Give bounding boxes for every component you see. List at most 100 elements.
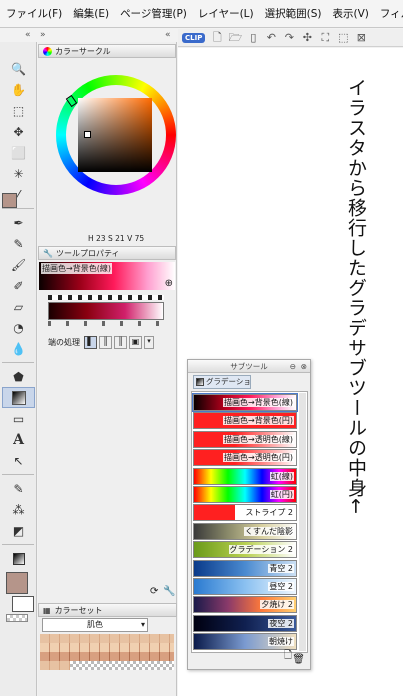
hsv-label-h: H [88, 234, 94, 243]
menu-page[interactable]: ページ管理(P) [120, 6, 187, 21]
fill-bucket-icon[interactable]: ⬟ [2, 366, 35, 387]
save-icon[interactable]: ▯ [245, 31, 261, 45]
frame-tool-icon[interactable]: ◩ [2, 520, 35, 541]
text-tool-icon[interactable]: A [2, 429, 35, 450]
sv-cursor[interactable] [84, 131, 91, 138]
eraser-icon[interactable]: ▱ [2, 296, 35, 317]
menu-filter[interactable]: フィルター(I) [380, 6, 403, 21]
gradient-stops-bottom[interactable] [48, 321, 164, 326]
trash-icon[interactable]: 🗑 [292, 654, 305, 665]
fill-tool-icon[interactable]: 💧 [2, 338, 35, 359]
brush-tool-icon[interactable]: 🖌 [2, 254, 35, 275]
menu-selection[interactable]: 選択範囲(S) [265, 6, 322, 21]
open-file-icon[interactable]: 🗁 [227, 31, 243, 45]
scrollbar[interactable] [299, 393, 306, 651]
gradient-editor[interactable] [48, 295, 164, 327]
gradient-item[interactable]: くすんだ陰影 [193, 522, 297, 540]
deselect-icon[interactable]: ⊠ [353, 31, 369, 45]
gradient-item[interactable]: 朝焼け [193, 633, 297, 651]
operation-tool-icon[interactable]: ⬚ [2, 100, 35, 121]
tool-property-tab[interactable]: 🔧 ツールプロパティ [38, 246, 176, 260]
subtool-group-tab[interactable]: グラデーション [193, 375, 251, 389]
gradient-item[interactable]: 夕焼け 2 [193, 596, 297, 614]
gradient-item[interactable]: 描画色→透明色(円) [193, 449, 297, 467]
gradient-item-label: 描画色→透明色(線) [223, 434, 294, 444]
gradient-item[interactable]: 虹(線) [193, 467, 297, 485]
copy-subtool-icon[interactable]: 🗋 [284, 648, 292, 665]
color-set-select[interactable]: 肌色 ▾ [42, 618, 148, 632]
chevron-down-icon: ▾ [140, 620, 145, 629]
figure-tool-icon[interactable]: ▭ [2, 408, 35, 429]
gradient-item-label: 描画色→背景色(円) [223, 416, 294, 426]
gradient-item[interactable]: 虹(円) [193, 486, 297, 503]
gradient-stops-top[interactable] [48, 295, 164, 300]
hand-tool-icon[interactable]: ✋ [2, 79, 35, 100]
sub-color-swatch[interactable] [12, 596, 34, 612]
undo-icon[interactable]: ↶ [263, 31, 279, 45]
edge-none-button[interactable]: ▣ [129, 335, 142, 349]
edge-repeat-button[interactable]: ║ [99, 335, 112, 349]
search-icon[interactable]: ⊕ [165, 278, 173, 289]
edge-reverse-button[interactable]: ║ [114, 335, 127, 349]
minimize-icon[interactable]: ⊖ [290, 360, 296, 373]
pencil-tool-icon[interactable]: ✎ [2, 233, 35, 254]
pen-tool-icon[interactable]: ✒ [2, 212, 35, 233]
color-set-tab-label: カラーセット [54, 605, 103, 615]
edge-label: 端の処理 [48, 337, 80, 347]
gradient-item[interactable]: 描画色→透明色(線) [193, 430, 297, 448]
gradient-item[interactable]: 昼空 2 [193, 578, 297, 595]
command-bar: CLIP 🗋 🗁 ▯ ↶ ↷ ✣ ⛶ ⬚ ⊠ [178, 29, 403, 47]
color-circle-tab[interactable]: カラーサークル [38, 44, 176, 58]
airbrush-icon[interactable]: ✐ [2, 275, 35, 296]
gradient-item-label: 夕焼け 2 [260, 600, 294, 610]
collapse-left-icon[interactable]: « [25, 30, 31, 42]
color-swap-icon[interactable] [2, 548, 35, 569]
gradient-item[interactable]: グラデーション 2 [193, 541, 297, 559]
gradient-item[interactable]: ストライプ 2 [193, 504, 297, 522]
balloon-tool-icon[interactable]: ↖ [2, 450, 35, 471]
settings-wrench-icon[interactable]: 🔧 [163, 586, 175, 597]
edge-clamp-button[interactable]: ▌ [84, 335, 97, 349]
color-set-tab[interactable]: ▦ カラーセット [38, 603, 177, 617]
clip-logo[interactable]: CLIP [182, 32, 206, 43]
main-color-swatch[interactable] [6, 572, 28, 594]
select-all-icon[interactable]: ⬚ [335, 31, 351, 45]
edge-dropdown-icon[interactable]: ▾ [144, 335, 154, 349]
subtool-title-bar[interactable]: サブツール ⊖ ⊗ [188, 360, 310, 373]
menu-edit[interactable]: 編集(E) [73, 6, 109, 21]
menu-view[interactable]: 表示(V) [332, 6, 368, 21]
new-file-icon[interactable]: 🗋 [209, 31, 225, 45]
gradient-bar[interactable] [48, 302, 164, 320]
correct-line-icon[interactable]: ✎ [2, 478, 35, 499]
magic-wand-icon[interactable]: ✳ [2, 163, 35, 184]
expand-panel-icon[interactable]: » [40, 30, 46, 42]
gradient-item-label: 描画色→透明色(円) [223, 453, 294, 463]
zoom-tool-icon[interactable]: 🔍 [2, 58, 35, 79]
gradient-item[interactable]: 夜空 2 [193, 614, 297, 632]
gradient-item[interactable]: 青空 2 [193, 559, 297, 577]
tool-property-tab-label: ツールプロパティ [55, 248, 120, 258]
redo-icon[interactable]: ↷ [281, 31, 297, 45]
selection-tool-icon[interactable]: ⬜ [2, 142, 35, 163]
menu-layer[interactable]: レイヤー(L) [198, 6, 254, 21]
gradient-item-label: 描画色→背景色(線) [223, 398, 294, 407]
gradient-preview[interactable]: 描画色→背景色(線) ⊕ [39, 262, 175, 290]
gradient-group-icon [196, 378, 204, 386]
gradient-item[interactable]: 描画色→背景色(円) [193, 412, 297, 430]
move-tool-icon[interactable]: ✥ [2, 121, 35, 142]
color-set-swatches[interactable] [40, 634, 174, 670]
close-icon[interactable]: ⊗ [301, 360, 307, 373]
clear-icon[interactable]: ✣ [299, 31, 315, 45]
menu-file[interactable]: ファイル(F) [6, 6, 62, 21]
collapse-panel-icon[interactable]: « [165, 30, 171, 42]
reset-icon[interactable]: ⟳ [150, 586, 158, 597]
edge-processing-row: 端の処理 ▌ ║ ║ ▣ ▾ [48, 334, 176, 350]
gradient-item[interactable]: 描画色→背景色(線) [192, 393, 298, 412]
gradient-tool-icon[interactable] [2, 387, 35, 408]
hsv-h: 23 [96, 234, 106, 243]
transparent-color-swatch[interactable] [6, 614, 28, 622]
blend-tool-icon[interactable]: ◔ [2, 317, 35, 338]
color-set-grid-icon: ▦ [43, 605, 51, 615]
ruler-icon[interactable]: ⁂ [2, 499, 35, 520]
transform-icon[interactable]: ⛶ [317, 31, 333, 45]
